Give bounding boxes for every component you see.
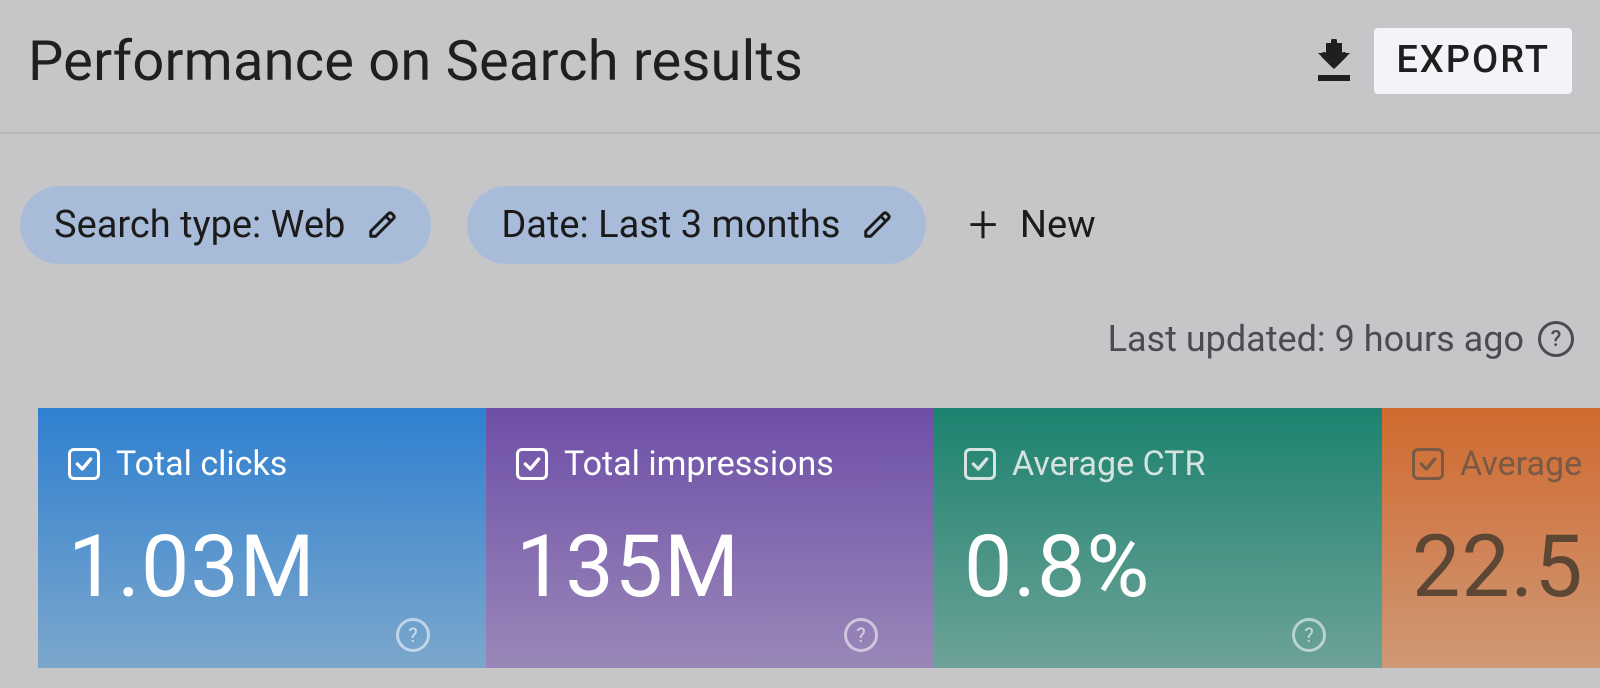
metric-card-label: Average	[1460, 444, 1582, 484]
last-updated-text: Last updated: 9 hours ago	[1108, 318, 1524, 360]
help-icon[interactable]: ?	[844, 618, 878, 652]
metric-card-clicks[interactable]: Total clicks 1.03M ?	[38, 408, 486, 668]
pencil-icon	[862, 210, 892, 240]
metric-cards: Total clicks 1.03M ? Total impressions 1…	[0, 408, 1600, 668]
filter-chip-date[interactable]: Date: Last 3 months	[467, 186, 926, 264]
metric-card-ctr[interactable]: Average CTR 0.8% ?	[934, 408, 1382, 668]
metric-card-value: 135M	[516, 516, 904, 617]
download-icon	[1314, 39, 1354, 83]
metric-card-position[interactable]: Average 22.5	[1382, 408, 1600, 668]
help-icon[interactable]: ?	[1538, 321, 1574, 357]
checkbox-icon[interactable]	[516, 448, 548, 480]
plus-icon: +	[968, 199, 997, 251]
metric-card-head: Total clicks	[68, 444, 456, 484]
checkbox-icon[interactable]	[68, 448, 100, 480]
metric-card-head: Average	[1412, 444, 1592, 484]
metric-card-label: Average CTR	[1012, 444, 1205, 484]
help-icon[interactable]: ?	[396, 618, 430, 652]
last-updated-row: Last updated: 9 hours ago ?	[0, 264, 1600, 360]
metric-card-value: 0.8%	[964, 516, 1352, 617]
metric-card-head: Average CTR	[964, 444, 1352, 484]
pencil-icon	[367, 210, 397, 240]
metric-card-head: Total impressions	[516, 444, 904, 484]
filter-chip-label: Date: Last 3 months	[501, 203, 840, 247]
page-header: Performance on Search results EXPORT	[0, 0, 1600, 134]
metric-card-label: Total impressions	[564, 444, 834, 484]
export-button[interactable]: EXPORT	[1374, 28, 1572, 94]
filter-chip-label: Search type: Web	[54, 203, 345, 247]
filter-chip-search-type[interactable]: Search type: Web	[20, 186, 431, 264]
export-group: EXPORT	[1314, 28, 1572, 94]
add-filter-label: New	[1020, 203, 1096, 247]
checkbox-icon[interactable]	[964, 448, 996, 480]
metric-card-impressions[interactable]: Total impressions 135M ?	[486, 408, 934, 668]
metric-card-value: 22.5	[1412, 516, 1592, 617]
metric-card-label: Total clicks	[116, 444, 287, 484]
checkbox-icon[interactable]	[1412, 448, 1444, 480]
add-filter-button[interactable]: + New	[962, 199, 1095, 251]
page-title: Performance on Search results	[28, 28, 803, 94]
filters-row: Search type: Web Date: Last 3 months + N…	[0, 134, 1600, 264]
help-icon[interactable]: ?	[1292, 618, 1326, 652]
metric-card-value: 1.03M	[68, 516, 456, 617]
